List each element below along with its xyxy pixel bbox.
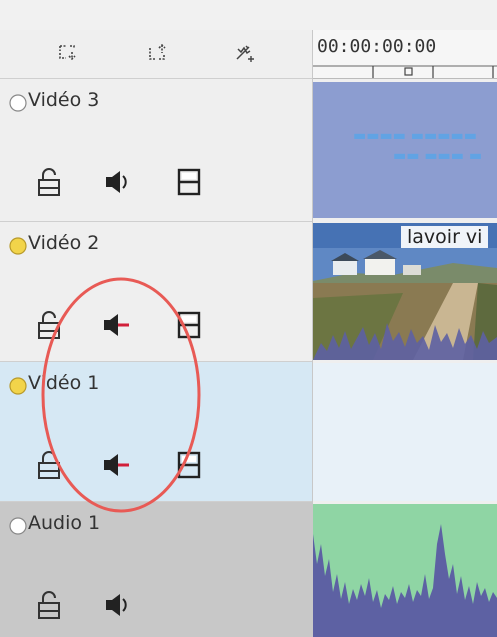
track-active-bulb-icon[interactable] (8, 236, 28, 256)
timeline-area[interactable]: 00:00:00:00 ▬▬▬▬ ▬▬▬▬▬ ▬▬ ▬▬▬ ▬ lavoir v… (313, 30, 497, 637)
audio-on-icon[interactable] (98, 165, 132, 199)
unlock-icon[interactable] (32, 448, 66, 482)
timeline-ruler[interactable]: 00:00:00:00 (313, 30, 497, 79)
unlock-icon[interactable] (32, 308, 66, 342)
video-on-icon[interactable] (172, 308, 206, 342)
unlock-icon[interactable] (32, 165, 66, 199)
extract-track-icon[interactable] (144, 40, 170, 66)
track-name: Audio 1 (28, 512, 101, 534)
title-clip-text-line2: ▬▬ ▬▬▬ ▬ (393, 148, 483, 164)
track-active-bulb-icon[interactable] (8, 93, 28, 113)
ruler-ticks (313, 65, 497, 78)
audio-on-icon[interactable] (98, 588, 132, 622)
video-clip[interactable]: lavoir vi (313, 223, 497, 360)
track-header-audio1[interactable]: Audio 1 (0, 501, 312, 637)
audio-muted-icon[interactable] (98, 308, 132, 342)
title-clip[interactable]: ▬▬▬▬ ▬▬▬▬▬ ▬▬ ▬▬▬ ▬ (313, 82, 497, 218)
top-bar (0, 0, 497, 31)
track-active-bulb-icon[interactable] (8, 516, 28, 536)
track-active-bulb-icon[interactable] (8, 376, 28, 396)
unlock-icon[interactable] (32, 588, 66, 622)
track-header-video2[interactable]: Vidéo 2 (0, 221, 312, 361)
title-clip-text-line1: ▬▬▬▬ ▬▬▬▬▬ (353, 128, 477, 144)
video-clip-label: lavoir vi (401, 226, 489, 248)
track-name: Vidéo 3 (28, 89, 100, 111)
insert-track-icon[interactable] (54, 40, 80, 66)
track-header-video1[interactable]: Vidéo 1 (0, 361, 312, 501)
track-name: Vidéo 1 (28, 372, 100, 394)
track-name: Vidéo 2 (28, 232, 100, 254)
video-on-icon[interactable] (172, 448, 206, 482)
audio-clip[interactable] (313, 504, 497, 637)
track-header-video3[interactable]: Vidéo 3 (0, 78, 312, 221)
video1-lane[interactable] (313, 363, 497, 501)
track-effect-icon[interactable] (232, 40, 258, 66)
track-headers-panel: Vidéo 3 Vidéo 2 Vidéo 1 Audio 1 (0, 30, 313, 637)
audio-muted-icon[interactable] (98, 448, 132, 482)
video-on-icon[interactable] (172, 165, 206, 199)
track-toolbar (0, 30, 312, 78)
audio-waveform (313, 504, 497, 637)
